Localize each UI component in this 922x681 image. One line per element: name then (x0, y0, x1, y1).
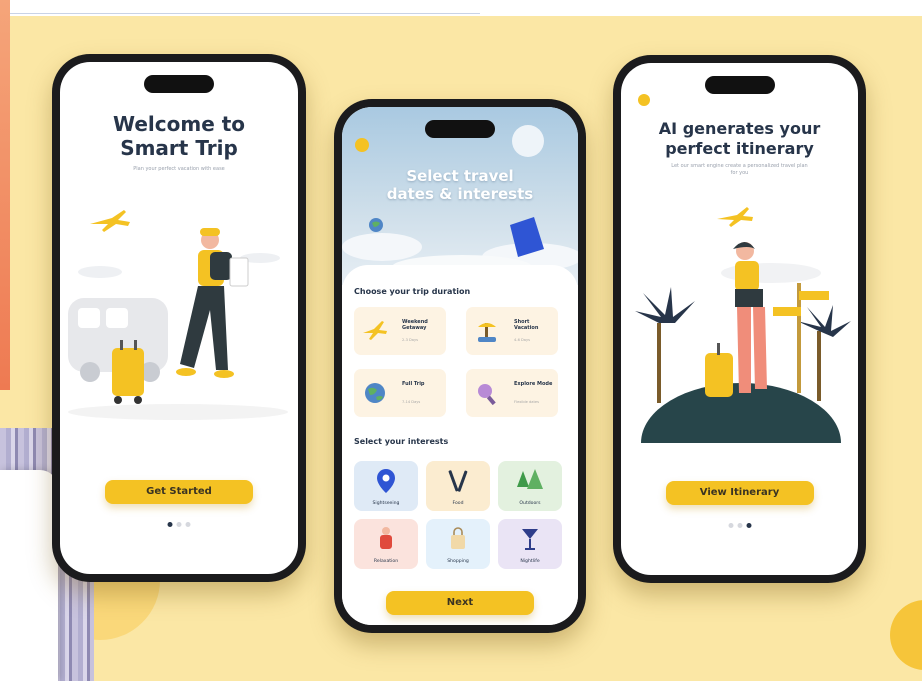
duration-card-meta: Flexible dates (514, 400, 539, 404)
duration-card-title: Short Vacation (514, 319, 539, 331)
itinerary-subtitle: Let our smart engine create a personaliz… (671, 163, 808, 176)
explorer-person (705, 242, 767, 397)
person-relax-icon (380, 527, 392, 549)
trees-icon (517, 469, 543, 489)
welcome-title-line1: Welcome to (112, 112, 246, 136)
phone-preferences: Select travel dates & interests Choose y… (334, 99, 586, 633)
duration-card-meta: 2-3 Days (402, 338, 418, 342)
cloud-icon (78, 253, 280, 278)
itinerary-screen: AI generates your perfect itinerary Let … (621, 63, 858, 575)
get-started-button[interactable]: Get Started (105, 480, 253, 504)
globe-icon (365, 383, 385, 403)
sun-icon (638, 94, 650, 106)
magnifier-icon (478, 384, 496, 405)
background-card (0, 470, 58, 681)
airplane-icon (363, 321, 387, 340)
view-itinerary-button[interactable]: View Itinerary (665, 481, 814, 505)
interest-label: Shopping (447, 559, 469, 564)
traveler-person (176, 228, 249, 378)
shopping-bag-icon (451, 527, 465, 549)
welcome-subtitle: Plan your perfect vacation with ease (133, 166, 225, 172)
interest-label: Outdoors (519, 501, 541, 506)
phone-notch (425, 120, 495, 138)
interest-tile-shopping[interactable]: Shopping (426, 519, 490, 569)
suitcase-icon (112, 340, 144, 404)
interest-tile-relaxation[interactable]: Relaxation (354, 519, 418, 569)
cocktail-icon (522, 529, 538, 550)
phone-notch (144, 75, 214, 93)
duration-card-meta: 7-14 Days (402, 400, 421, 404)
traveler-illustration (68, 210, 288, 420)
duration-card-weekend[interactable]: Weekend Getaway 2-3 Days (354, 307, 446, 355)
explorer-illustration (635, 207, 851, 443)
location-pin-icon (377, 469, 395, 493)
next-button[interactable]: Next (386, 591, 534, 615)
welcome-screen: Welcome to Smart Trip Plan your perfect … (60, 62, 298, 574)
interest-label: Relaxation (373, 559, 399, 564)
itinerary-title-line2: perfect itinerary (665, 139, 814, 158)
duration-heading: Choose your trip duration (354, 287, 471, 296)
interest-label: Sightseeing (372, 501, 400, 506)
page-dot-1[interactable] (728, 523, 733, 528)
phone-welcome: Welcome to Smart Trip Plan your perfect … (52, 54, 306, 582)
interest-label: Food (452, 501, 464, 506)
duration-card-meta: 4-6 Days (514, 338, 530, 342)
interest-tile-nightlife[interactable]: Nightlife (498, 519, 562, 569)
airplane-icon (717, 207, 753, 227)
page-dot-2[interactable] (176, 522, 182, 527)
welcome-title-line2: Smart Trip (120, 136, 238, 160)
phone-notch (704, 76, 775, 94)
header-title-line1: Select travel (406, 167, 514, 185)
palm-tree-icon (797, 305, 851, 401)
duration-card-short[interactable]: Short Vacation 4-6 Days (466, 307, 558, 355)
page-dot-1[interactable] (167, 522, 173, 527)
page-dot-3[interactable] (185, 522, 191, 527)
interests-heading: Select your interests (354, 437, 449, 446)
header-title-line2: dates & interests (386, 185, 534, 203)
interest-tile-sightseeing[interactable]: Sightseeing (354, 461, 418, 511)
top-divider (10, 0, 480, 14)
page-indicator (167, 522, 191, 527)
interest-tile-outdoors[interactable]: Outdoors (498, 461, 562, 511)
orange-edge-panel (0, 0, 10, 390)
itinerary-title-line1: AI generates your (658, 119, 821, 138)
page-indicator (728, 523, 751, 528)
interest-tile-food[interactable]: Food (426, 461, 490, 511)
beach-icon (478, 323, 496, 342)
duration-card-title: Full Trip (402, 381, 425, 387)
globe-icon (369, 218, 383, 232)
cutlery-icon (448, 470, 468, 492)
duration-card-title: Explore Mode (514, 381, 553, 387)
duration-card-explore[interactable]: Explore Mode Flexible dates (466, 369, 558, 417)
decor-circle (890, 600, 922, 670)
palm-tree-icon (635, 287, 695, 403)
duration-card-title: Weekend Getaway (402, 319, 428, 331)
interest-label: Nightlife (520, 559, 540, 564)
airplane-icon (90, 210, 130, 232)
phone-itinerary: AI generates your perfect itinerary Let … (613, 55, 866, 583)
page-dot-2[interactable] (737, 523, 742, 528)
page-dot-3[interactable] (746, 523, 751, 528)
preferences-panel: Choose your trip duration Weekend Getawa… (342, 265, 578, 625)
duration-card-full[interactable]: Full Trip 7-14 Days (354, 369, 446, 417)
preferences-screen: Select travel dates & interests Choose y… (342, 107, 578, 625)
